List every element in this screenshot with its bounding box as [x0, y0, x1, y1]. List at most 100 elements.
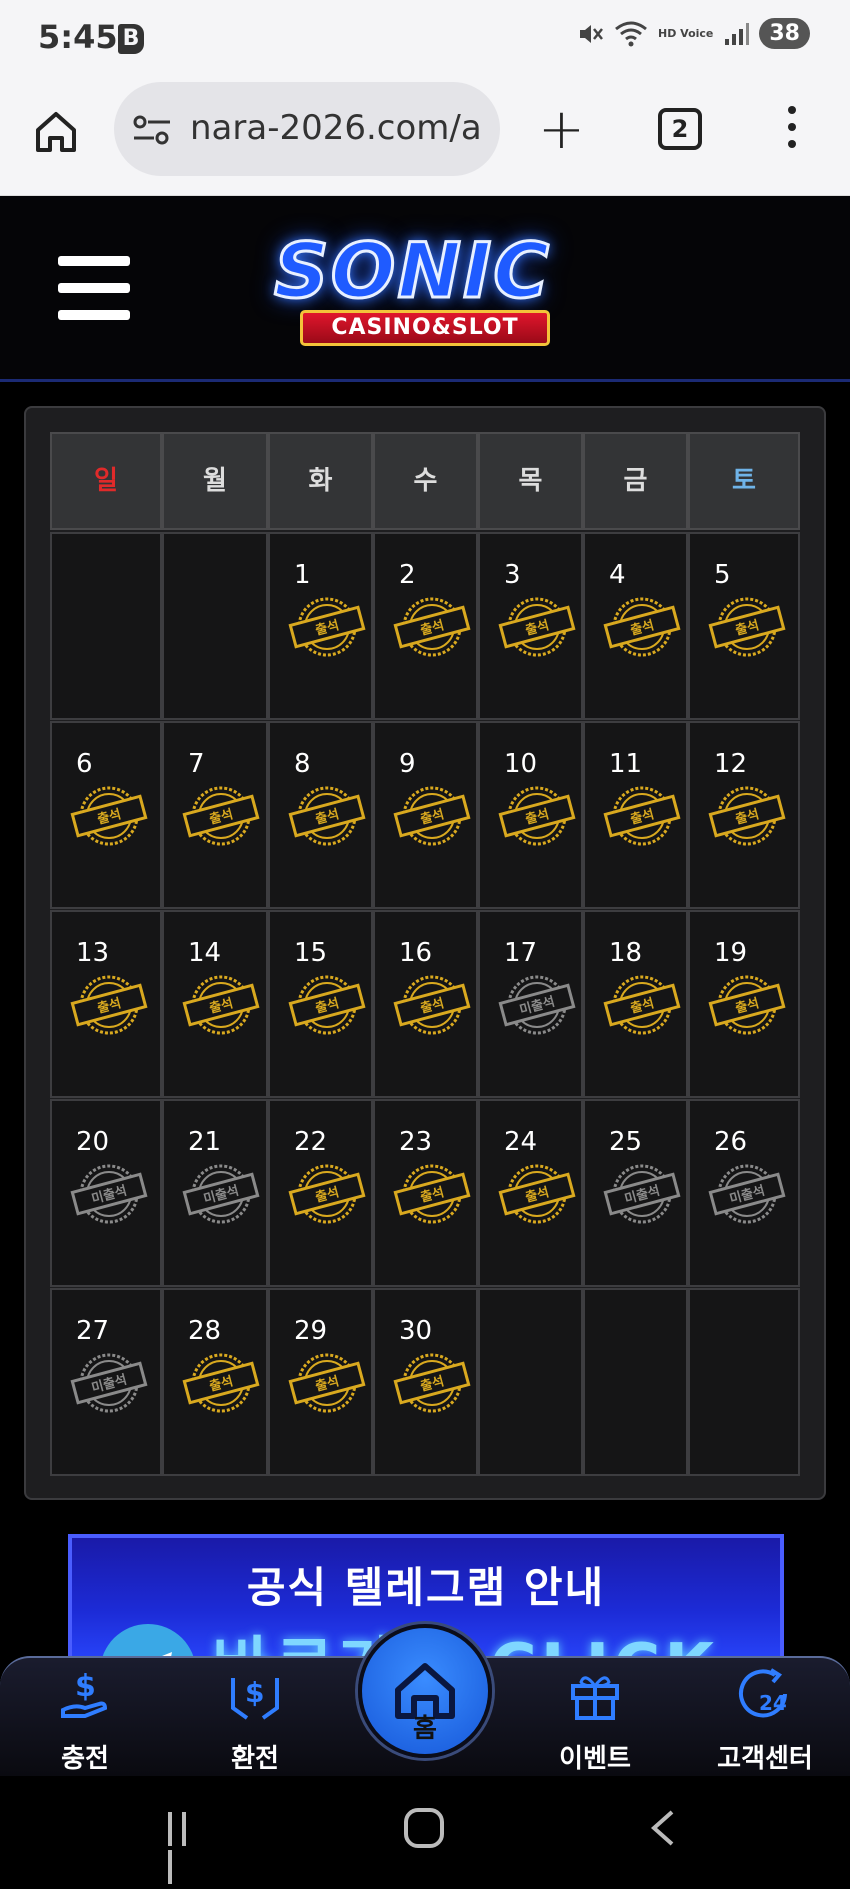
back-icon[interactable]: [650, 1810, 676, 1846]
weekday-header: 월: [162, 432, 268, 530]
calendar-empty-cell: [688, 1288, 800, 1476]
calendar-empty-cell: [162, 532, 268, 720]
home-icon[interactable]: [32, 108, 80, 156]
calendar-day-cell: 29 출석: [268, 1288, 373, 1476]
attended-stamp-icon: 출석: [288, 975, 366, 1035]
svg-text:$: $: [245, 1676, 264, 1709]
calendar-day-cell: 16 출석: [373, 910, 478, 1098]
status-icons: HD Voice 38: [576, 18, 810, 49]
calendar-day-cell: 11 출석: [583, 721, 688, 909]
calendar-empty-cell: [478, 1288, 583, 1476]
day-number: 6: [76, 749, 93, 779]
calendar-day-cell: 17 미출석: [478, 910, 583, 1098]
day-number: 27: [76, 1316, 110, 1346]
weekday-header: 일: [50, 432, 162, 530]
attended-stamp-icon: 출석: [393, 786, 471, 846]
nav-event[interactable]: 이벤트: [540, 1658, 650, 1778]
attended-stamp-icon: 출석: [288, 1353, 366, 1413]
calendar-day-cell: 30 출석: [373, 1288, 478, 1476]
absent-stamp-icon: 미출석: [182, 1164, 260, 1224]
calendar-day-cell: 24 출석: [478, 1099, 583, 1287]
day-number: 16: [399, 938, 433, 968]
day-number: 13: [76, 938, 110, 968]
status-time: 5:45: [38, 18, 118, 56]
more-vert-icon[interactable]: [784, 106, 800, 156]
absent-stamp-icon: 미출석: [70, 1164, 148, 1224]
day-number: 14: [188, 938, 222, 968]
tabs-icon[interactable]: 2: [658, 108, 702, 150]
nav-home[interactable]: 홈: [358, 1624, 492, 1758]
signal-icon: [725, 22, 750, 45]
logo-title: SONIC: [272, 225, 552, 317]
day-number: 18: [609, 938, 643, 968]
battery-icon: 38: [759, 18, 810, 49]
attended-stamp-icon: 출석: [393, 1353, 471, 1413]
banner-title: 공식 텔레그램 안내: [246, 1563, 606, 1612]
absent-stamp-icon: 미출석: [498, 975, 576, 1035]
mute-icon: [579, 24, 603, 43]
nav-deposit[interactable]: $ 충전: [30, 1658, 140, 1778]
attended-stamp-icon: 출석: [288, 597, 366, 657]
nav-label: 이벤트: [559, 1744, 631, 1774]
attended-stamp-icon: 출석: [70, 975, 148, 1035]
day-number: 17: [504, 938, 538, 968]
attended-stamp-icon: 출석: [603, 786, 681, 846]
day-number: 3: [504, 560, 521, 590]
attended-stamp-icon: 출석: [393, 975, 471, 1035]
day-number: 25: [609, 1127, 643, 1157]
day-number: 22: [294, 1127, 328, 1157]
nav-support[interactable]: 24 고객센터: [710, 1658, 820, 1778]
plus-icon[interactable]: +: [538, 102, 585, 158]
attended-stamp-icon: 출석: [708, 597, 786, 657]
attended-stamp-icon: 출석: [708, 786, 786, 846]
attended-stamp-icon: 출석: [603, 975, 681, 1035]
recent-apps-icon[interactable]: [168, 1812, 208, 1884]
support-24-icon: 24: [739, 1668, 787, 1718]
calendar-day-cell: 13 출석: [50, 910, 162, 1098]
day-number: 24: [504, 1127, 538, 1157]
nav-withdraw[interactable]: $ 환전: [200, 1658, 310, 1778]
calendar-day-cell: 25 미출석: [583, 1099, 688, 1287]
url-bar[interactable]: nara-2026.com/a: [114, 82, 500, 176]
hamburger-icon[interactable]: [58, 256, 130, 320]
calendar-day-cell: 4 출석: [583, 532, 688, 720]
attended-stamp-icon: 출석: [182, 1353, 260, 1413]
weekday-header: 금: [583, 432, 688, 530]
site-header: SONIC CASINO&SLOT: [0, 196, 850, 382]
absent-stamp-icon: 미출석: [70, 1353, 148, 1413]
url-text[interactable]: nara-2026.com/a: [190, 108, 490, 148]
day-number: 26: [714, 1127, 748, 1157]
calendar-day-cell: 3 출석: [478, 532, 583, 720]
day-number: 11: [609, 749, 643, 779]
day-number: 19: [714, 938, 748, 968]
system-nav: [0, 1776, 850, 1889]
hd-voice-icon: HD Voice: [658, 28, 713, 39]
calendar-day-cell: 8 출석: [268, 721, 373, 909]
calendar-day-cell: 27 미출석: [50, 1288, 162, 1476]
attended-stamp-icon: 출석: [393, 1164, 471, 1224]
day-number: 7: [188, 749, 205, 779]
calendar-empty-cell: [50, 532, 162, 720]
attended-stamp-icon: 출석: [182, 975, 260, 1035]
site-logo[interactable]: SONIC CASINO&SLOT: [264, 224, 604, 356]
attended-stamp-icon: 출석: [708, 975, 786, 1035]
screen: 5:45 B HD Voice 38 nara-2026.com/a + 2 S…: [0, 0, 850, 1889]
day-number: 30: [399, 1316, 433, 1346]
site-settings-icon[interactable]: [132, 112, 172, 148]
calendar-day-cell: 20 미출석: [50, 1099, 162, 1287]
calendar-day-cell: 26 미출석: [688, 1099, 800, 1287]
deposit-icon: $: [61, 1669, 108, 1718]
calendar-day-cell: 28 출석: [162, 1288, 268, 1476]
svg-text:$: $: [75, 1669, 96, 1704]
nav-label: 환전: [231, 1744, 279, 1774]
nav-label: 충전: [61, 1744, 109, 1774]
svg-text:24: 24: [759, 1691, 787, 1715]
calendar-empty-cell: [583, 1288, 688, 1476]
weekday-header: 토: [688, 432, 800, 530]
nav-label: 고객센터: [717, 1744, 813, 1774]
status-bar: 5:45 B HD Voice 38: [0, 0, 850, 80]
home-circle-icon[interactable]: [404, 1808, 444, 1848]
calendar-day-cell: 22 출석: [268, 1099, 373, 1287]
wifi-icon: [615, 21, 647, 46]
calendar-day-cell: 1 출석: [268, 532, 373, 720]
